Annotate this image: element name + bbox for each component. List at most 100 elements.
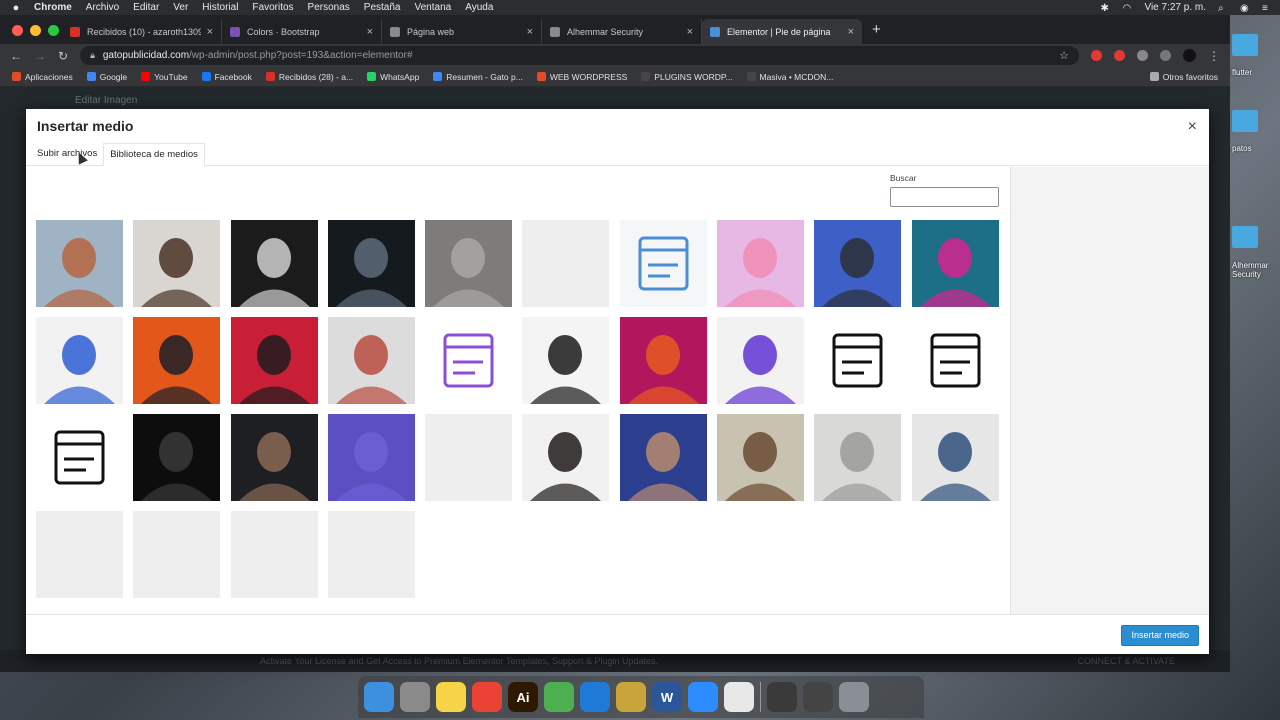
close-icon[interactable]: × xyxy=(1188,118,1197,136)
menu-ver[interactable]: Ver xyxy=(173,2,188,13)
menu-historial[interactable]: Historial xyxy=(202,2,238,13)
browser-menu-icon[interactable]: ⋮ xyxy=(1208,49,1220,63)
media-thumbnail-web-thumbsup-icon[interactable] xyxy=(425,317,513,404)
address-bar[interactable]: 🔒︎ gatopublicidad.com /wp-admin/post.php… xyxy=(80,46,1079,65)
menu-archivo[interactable]: Archivo xyxy=(86,2,119,13)
bookmark-item[interactable]: YouTube xyxy=(141,72,188,82)
menu-ventana[interactable]: Ventana xyxy=(415,2,452,13)
bookmark-item[interactable]: Google xyxy=(86,72,127,82)
tab-upload-files[interactable]: Subir archivos xyxy=(31,143,103,166)
media-thumbnail-man-binocular[interactable] xyxy=(327,220,415,307)
vscode-icon[interactable] xyxy=(580,682,610,712)
media-thumbnail-ipad-keyboard[interactable] xyxy=(814,220,902,307)
media-thumbnail-blue-watch[interactable] xyxy=(36,317,123,404)
media-thumbnail-man-dark-portrait[interactable] xyxy=(230,414,318,501)
bookmark-item[interactable]: Masiva • MCDON... xyxy=(746,72,833,82)
notes-icon[interactable] xyxy=(436,682,466,712)
bookmark-star-icon[interactable]: ☆ xyxy=(1059,49,1069,62)
media-thumbnail-woman-curly-hair[interactable] xyxy=(522,414,610,501)
tab-media-library[interactable]: Biblioteca de medios xyxy=(103,143,205,166)
system-preferences-icon[interactable] xyxy=(400,682,430,712)
media-thumbnail-blank[interactable] xyxy=(522,220,610,307)
desktop-folder-icon[interactable] xyxy=(1232,226,1258,248)
tab-pagina-web[interactable]: Página web × xyxy=(382,19,542,44)
back-icon[interactable]: ← xyxy=(10,49,22,63)
media-thumbnail-rocket-laptop-icon[interactable] xyxy=(36,414,123,501)
control-center-icon[interactable]: ≡ xyxy=(1262,3,1272,14)
wifi-icon[interactable]: ◠ xyxy=(1122,3,1132,14)
reload-icon[interactable]: ↻ xyxy=(58,49,68,63)
desktop-label-patos[interactable]: patos xyxy=(1232,144,1280,154)
zoom-icon[interactable] xyxy=(688,682,718,712)
media-thumbnail-city-street[interactable] xyxy=(425,220,513,307)
bookmark-item[interactable]: WhatsApp xyxy=(367,72,419,82)
extension-icon[interactable] xyxy=(1114,50,1125,61)
illustrator-icon[interactable]: Ai xyxy=(508,682,538,712)
media-thumbnail-man-smiling-bw[interactable] xyxy=(230,220,318,307)
tab-close-icon[interactable]: × xyxy=(207,26,213,38)
media-thumbnail-woman-red-hair[interactable] xyxy=(36,220,123,307)
profile-avatar[interactable] xyxy=(1183,49,1196,62)
media-thumbnail-orange-flower-phone[interactable] xyxy=(133,317,221,404)
tab-close-icon[interactable]: × xyxy=(527,26,533,38)
tab-close-icon[interactable]: × xyxy=(848,26,854,38)
media-thumbnail-purple-texture[interactable] xyxy=(327,414,415,501)
apple-menu-icon[interactable]: ● xyxy=(8,2,24,14)
desktop-label-flutter[interactable]: flutter xyxy=(1232,68,1280,78)
search-input[interactable] xyxy=(890,187,999,207)
clock[interactable]: Vie 7:27 p. m. xyxy=(1144,2,1206,13)
media-thumbnail-tablet-app[interactable] xyxy=(230,317,318,404)
close-window-icon[interactable] xyxy=(12,25,23,36)
media-thumbnail-office-room[interactable] xyxy=(814,414,902,501)
media-thumbnail-pink-abstract[interactable] xyxy=(717,220,805,307)
tab-close-icon[interactable]: × xyxy=(687,26,693,38)
media-thumbnail-macbook-red[interactable] xyxy=(619,317,707,404)
forward-icon[interactable]: → xyxy=(34,49,46,63)
media-thumbnail-woman-outdoor[interactable] xyxy=(717,414,805,501)
menu-ayuda[interactable]: Ayuda xyxy=(465,2,493,13)
media-thumbnail-parachute-icon[interactable] xyxy=(619,220,707,307)
lock-icon[interactable]: 🔒︎ xyxy=(90,50,95,61)
word-icon[interactable]: W xyxy=(652,682,682,712)
tab-alhemmar[interactable]: Alhemmar Security × xyxy=(542,19,702,44)
finder-icon[interactable] xyxy=(364,682,394,712)
menu-personas[interactable]: Personas xyxy=(308,2,350,13)
media-thumbnail-man-glasses[interactable] xyxy=(619,414,707,501)
spotlight-search-icon[interactable]: ⌕ xyxy=(1218,3,1228,14)
media-thumbnail-laptop-red[interactable] xyxy=(327,317,415,404)
media-thumbnail-black-watch[interactable] xyxy=(522,317,610,404)
bookmark-item[interactable]: WEB WORDPRESS xyxy=(536,72,627,82)
bookmark-item[interactable]: Facebook xyxy=(201,72,252,82)
extension-icon[interactable] xyxy=(1160,50,1171,61)
menu-favoritos[interactable]: Favoritos xyxy=(252,2,293,13)
media-thumbnail-heart-card-icon[interactable] xyxy=(911,317,999,404)
window-list-icon[interactable] xyxy=(803,682,833,712)
tab-close-icon[interactable]: × xyxy=(367,26,373,38)
other-bookmarks[interactable]: Otros favoritos xyxy=(1149,72,1218,82)
media-thumbnail-dark-bicycle[interactable] xyxy=(133,414,221,501)
camtasia-icon[interactable] xyxy=(544,682,574,712)
bookmark-item[interactable]: Aplicaciones xyxy=(12,72,73,82)
menu-editar[interactable]: Editar xyxy=(133,2,159,13)
media-thumbnail-phone-blue[interactable] xyxy=(911,220,999,307)
media-thumbnail-blank[interactable] xyxy=(133,511,221,598)
bookmark-item[interactable]: Resumen - Gato p... xyxy=(433,72,523,82)
media-thumbnail-purple-watch[interactable] xyxy=(717,317,805,404)
siri-icon[interactable]: ◉ xyxy=(1240,3,1250,14)
minimize-window-icon[interactable] xyxy=(30,25,41,36)
tab-elementor[interactable]: Elementor | Pie de página × xyxy=(702,19,862,44)
extension-icon[interactable] xyxy=(1137,50,1148,61)
menu-pestana[interactable]: Pestaña xyxy=(364,2,401,13)
bluetooth-icon[interactable]: ✱ xyxy=(1100,3,1110,14)
extension-icon[interactable] xyxy=(1091,50,1102,61)
bookmark-item[interactable]: Recibidos (28) - a... xyxy=(265,72,353,82)
media-thumbnail-blank[interactable] xyxy=(327,511,415,598)
desktop-label-alhemmar[interactable]: Alhemmar Security xyxy=(1232,261,1280,280)
media-thumbnail-blank[interactable] xyxy=(36,511,123,598)
archive-icon[interactable] xyxy=(616,682,646,712)
screen-capture-icon[interactable] xyxy=(767,682,797,712)
media-thumbnail-woman-dark-hair[interactable] xyxy=(133,220,221,307)
media-thumbnail-blank[interactable] xyxy=(425,414,513,501)
tab-bootstrap[interactable]: Colors · Bootstrap × xyxy=(222,19,382,44)
preview-icon[interactable] xyxy=(724,682,754,712)
